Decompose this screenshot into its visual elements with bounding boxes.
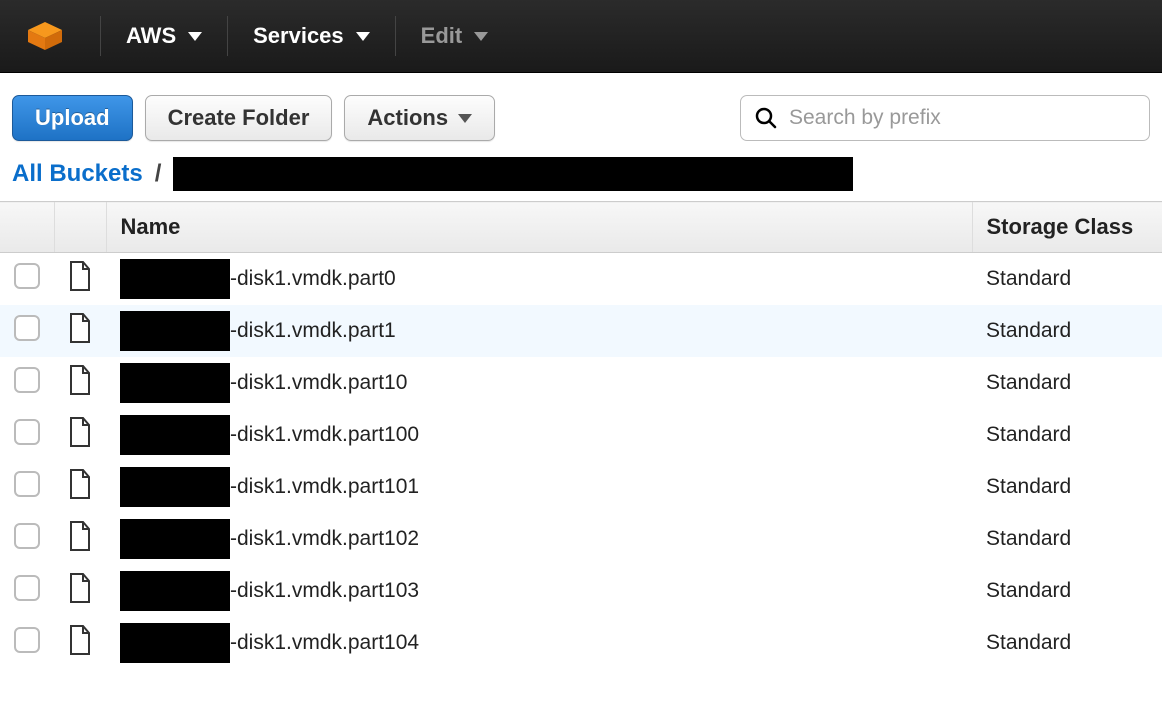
table-row[interactable]: -disk1.vmdk.part104 Standard xyxy=(0,617,1162,669)
breadcrumb-separator: / xyxy=(155,160,162,188)
file-icon xyxy=(68,313,92,349)
col-header-icon xyxy=(54,202,106,253)
nav-services[interactable]: Services xyxy=(227,16,395,56)
storage-class-cell: Standard xyxy=(972,565,1162,617)
filename-prefix-redacted xyxy=(120,415,230,455)
filename-suffix: -disk1.vmdk.part102 xyxy=(230,527,419,551)
file-icon xyxy=(68,625,92,661)
file-icon xyxy=(68,365,92,401)
toolbar: Upload Create Folder Actions xyxy=(0,73,1162,157)
filename-prefix-redacted xyxy=(120,311,230,351)
actions-button-label: Actions xyxy=(367,105,448,131)
filename-prefix-redacted xyxy=(120,363,230,403)
filename-prefix-redacted xyxy=(120,259,230,299)
row-checkbox[interactable] xyxy=(14,419,40,445)
row-checkbox[interactable] xyxy=(14,315,40,341)
storage-class-cell: Standard xyxy=(972,357,1162,409)
storage-class-cell: Standard xyxy=(972,409,1162,461)
nav-aws-label: AWS xyxy=(126,23,176,49)
chevron-down-icon xyxy=(188,32,202,41)
col-header-select xyxy=(0,202,54,253)
row-checkbox[interactable] xyxy=(14,575,40,601)
row-checkbox[interactable] xyxy=(14,263,40,289)
storage-class-cell: Standard xyxy=(972,461,1162,513)
file-icon xyxy=(68,417,92,453)
row-checkbox[interactable] xyxy=(14,523,40,549)
chevron-down-icon xyxy=(474,32,488,41)
upload-button[interactable]: Upload xyxy=(12,95,133,141)
table-row[interactable]: -disk1.vmdk.part101 Standard xyxy=(0,461,1162,513)
chevron-down-icon xyxy=(458,114,472,123)
breadcrumb-root[interactable]: All Buckets xyxy=(12,160,143,188)
upload-button-label: Upload xyxy=(35,105,110,131)
actions-button[interactable]: Actions xyxy=(344,95,495,141)
filename-suffix: -disk1.vmdk.part103 xyxy=(230,579,419,603)
filename-prefix-redacted xyxy=(120,467,230,507)
file-icon xyxy=(68,469,92,505)
file-icon xyxy=(68,261,92,297)
table-row[interactable]: -disk1.vmdk.part103 Standard xyxy=(0,565,1162,617)
storage-class-cell: Standard xyxy=(972,253,1162,305)
filename-prefix-redacted xyxy=(120,519,230,559)
breadcrumb-bucket-redacted xyxy=(173,157,853,191)
table-row[interactable]: -disk1.vmdk.part0 Standard xyxy=(0,253,1162,305)
filename-suffix: -disk1.vmdk.part100 xyxy=(230,423,419,447)
object-table: Name Storage Class -disk1.vmdk.part0 Sta… xyxy=(0,201,1162,669)
file-icon xyxy=(68,521,92,557)
filename-suffix: -disk1.vmdk.part104 xyxy=(230,631,419,655)
row-checkbox[interactable] xyxy=(14,627,40,653)
nav-edit-label: Edit xyxy=(421,23,463,49)
table-row[interactable]: -disk1.vmdk.part100 Standard xyxy=(0,409,1162,461)
search-icon xyxy=(755,107,777,129)
nav-aws[interactable]: AWS xyxy=(100,16,227,56)
col-header-storage-class[interactable]: Storage Class xyxy=(972,202,1162,253)
nav-services-label: Services xyxy=(253,23,344,49)
filename-suffix: -disk1.vmdk.part101 xyxy=(230,475,419,499)
filename-prefix-redacted xyxy=(120,571,230,611)
row-checkbox[interactable] xyxy=(14,367,40,393)
search-input[interactable] xyxy=(789,106,1135,130)
top-navbar: AWS Services Edit xyxy=(0,0,1162,73)
storage-class-cell: Standard xyxy=(972,617,1162,669)
chevron-down-icon xyxy=(356,32,370,41)
file-icon xyxy=(68,573,92,609)
filename-suffix: -disk1.vmdk.part1 xyxy=(230,319,396,343)
storage-class-cell: Standard xyxy=(972,513,1162,565)
search-box[interactable] xyxy=(740,95,1150,141)
filename-suffix: -disk1.vmdk.part0 xyxy=(230,267,396,291)
filename-prefix-redacted xyxy=(120,623,230,663)
nav-edit[interactable]: Edit xyxy=(395,16,514,56)
create-folder-button[interactable]: Create Folder xyxy=(145,95,333,141)
breadcrumb: All Buckets / xyxy=(0,157,1162,201)
create-folder-button-label: Create Folder xyxy=(168,105,310,131)
table-row[interactable]: -disk1.vmdk.part102 Standard xyxy=(0,513,1162,565)
aws-logo[interactable] xyxy=(20,16,70,56)
table-row[interactable]: -disk1.vmdk.part1 Standard xyxy=(0,305,1162,357)
filename-suffix: -disk1.vmdk.part10 xyxy=(230,371,407,395)
col-header-name[interactable]: Name xyxy=(106,202,972,253)
table-row[interactable]: -disk1.vmdk.part10 Standard xyxy=(0,357,1162,409)
storage-class-cell: Standard xyxy=(972,305,1162,357)
row-checkbox[interactable] xyxy=(14,471,40,497)
